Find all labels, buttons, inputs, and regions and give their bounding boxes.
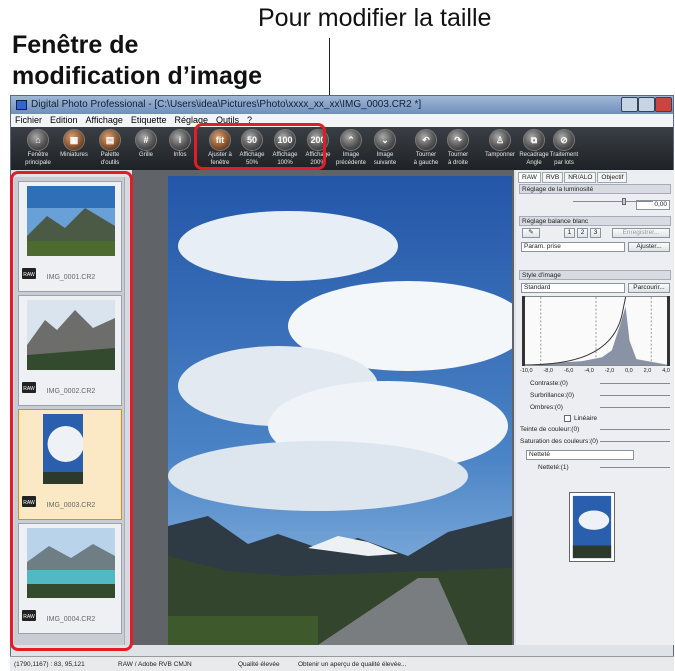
status-bar: (1790,1167) : 83, 95,121 RAW / Adobe RVB…	[10, 656, 674, 671]
brightness-slider[interactable]	[573, 201, 653, 202]
contrast-label: Contraste:(0)	[530, 380, 568, 387]
zoom-buttons-highlight	[194, 123, 326, 170]
picture-style-section-header[interactable]: Style d'image	[519, 270, 671, 280]
linear-label: Linéaire	[574, 415, 598, 422]
menu-edition[interactable]: Edition	[46, 114, 82, 127]
rotate-left-icon: ↶	[415, 129, 437, 151]
wb-preset-2-button[interactable]: 2	[577, 228, 588, 238]
eyedropper-icon[interactable]: ✎	[522, 228, 540, 238]
menu-fichier[interactable]: Fichier	[11, 114, 46, 127]
register-button[interactable]: Enregistrer...	[612, 228, 670, 238]
main-image	[168, 176, 512, 645]
menu-bar: Fichier Edition Affichage Etiquette Régl…	[11, 114, 673, 127]
navigator-preview[interactable]	[569, 492, 615, 562]
histogram-axis: -10,0 -8,0 -6,0 -4,0 -2,0 0,0 2,0 4,0	[520, 368, 670, 374]
tab-objectif[interactable]: Objectif	[597, 172, 628, 183]
app-icon	[16, 100, 27, 110]
highlight-slider[interactable]	[600, 395, 670, 396]
saturation-slider[interactable]	[600, 441, 670, 442]
tab-rvb[interactable]: RVB	[541, 172, 564, 183]
tool-palette-tabs: RAW RVB NR/ALO Objectif	[518, 172, 628, 183]
linear-checkbox[interactable]	[564, 415, 571, 422]
status-quality: Qualité élevée	[238, 661, 280, 668]
sharpness-mode-select[interactable]: Netteté	[526, 450, 634, 460]
tone-curve-histogram[interactable]	[522, 296, 670, 366]
browse-button[interactable]: Parcourir...	[628, 283, 670, 293]
adjust-button[interactable]: Ajuster...	[628, 242, 670, 252]
contrast-slider[interactable]	[600, 383, 670, 384]
status-message: Obtenir un aperçu de qualité élevée...	[298, 661, 407, 668]
edit-window-caption-line1: Fenêtre de	[12, 31, 139, 59]
edit-window-caption-line2: modification d’image	[12, 62, 263, 90]
wb-preset-1-button[interactable]: 1	[564, 228, 575, 238]
resize-caption: Pour modifier la taille	[258, 4, 492, 32]
close-button[interactable]	[655, 97, 672, 112]
info-icon: i	[169, 129, 191, 151]
saturation-label: Saturation des couleurs:(0)	[520, 438, 599, 445]
batch-process-icon: ⊘	[553, 129, 575, 151]
picture-style-select[interactable]: Standard	[521, 283, 625, 293]
shadows-label: Ombres:(0)	[530, 404, 563, 411]
color-tone-label: Teinte de couleur:(0)	[520, 426, 580, 433]
home-icon: ⌂	[27, 129, 49, 151]
menu-etiquette[interactable]: Etiquette	[127, 114, 171, 127]
highlight-label: Surbrillance:(0)	[530, 392, 575, 399]
wb-preset-3-button[interactable]: 3	[590, 228, 601, 238]
previous-image-icon: ⌃	[340, 129, 362, 151]
menu-affichage[interactable]: Affichage	[82, 114, 127, 127]
edit-window-caption: Fenêtre de modification d’image	[12, 30, 322, 92]
wb-mode-select[interactable]: Param. prise	[521, 242, 625, 252]
sharpness-slider[interactable]	[600, 467, 670, 468]
tab-nr-alo[interactable]: NR/ALO	[564, 172, 597, 183]
status-color-profile: RAW / Adobe RVB CMJN	[118, 661, 192, 668]
next-image-button[interactable]: ⌄ Image suivante	[362, 129, 408, 167]
tab-raw[interactable]: RAW	[518, 172, 541, 183]
title-bar: Digital Photo Professional - [C:\Users\i…	[11, 96, 673, 114]
rotate-right-button[interactable]: ↷ Tourner à droite	[435, 129, 481, 167]
brightness-slider-thumb[interactable]	[622, 198, 626, 205]
white-point-handle[interactable]	[667, 296, 670, 366]
batch-process-button[interactable]: ⊘ Traitement par lots	[541, 129, 587, 167]
black-point-handle[interactable]	[522, 296, 525, 366]
grid-icon: #	[135, 129, 157, 151]
rotate-right-icon: ↷	[447, 129, 469, 151]
brightness-section-header[interactable]: Réglage de la luminosité	[519, 184, 671, 194]
status-coordinates: (1790,1167) : 83, 95,121	[14, 661, 85, 668]
maximize-button[interactable]	[638, 97, 655, 112]
window-title: Digital Photo Professional - [C:\Users\i…	[31, 99, 422, 110]
tool-palette-icon: ▤	[99, 129, 121, 151]
stamp-icon: ♙	[489, 129, 511, 151]
sharpness-label: Netteté:(1)	[538, 464, 569, 471]
thumbnails-icon: ▦	[63, 129, 85, 151]
next-image-icon: ⌄	[374, 129, 396, 151]
toolbar: ⌂ Fenêtre principale ▦ Miniatures ▤ Palette d…	[11, 127, 673, 170]
minimize-button[interactable]	[621, 97, 638, 112]
shadows-slider[interactable]	[600, 407, 670, 408]
color-tone-slider[interactable]	[600, 429, 670, 430]
white-balance-section-header[interactable]: Réglage balance blanc	[519, 216, 671, 226]
thumbnail-strip-highlight	[10, 171, 133, 651]
